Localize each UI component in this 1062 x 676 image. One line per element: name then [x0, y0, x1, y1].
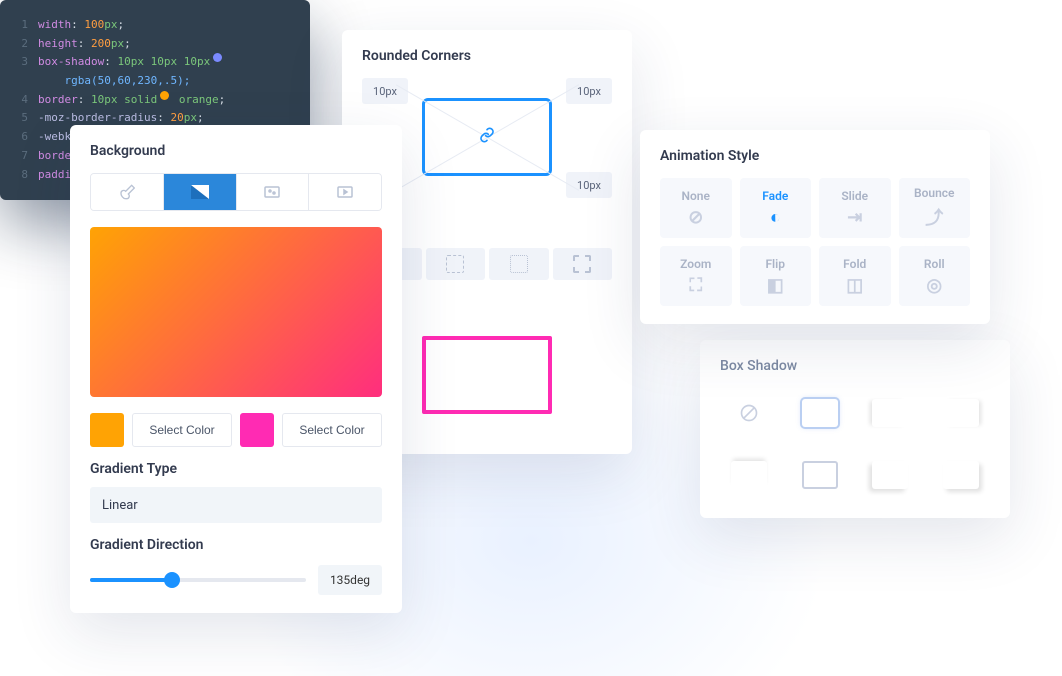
- shadow-preset-7[interactable]: [932, 450, 991, 500]
- gradient-direction-value[interactable]: 135deg: [318, 565, 382, 595]
- shadow-none[interactable]: [720, 388, 779, 438]
- border-style-dashed[interactable]: [426, 248, 486, 280]
- animation-title: Animation Style: [660, 148, 970, 164]
- box-shadow-panel: Box Shadow: [700, 340, 1010, 518]
- border-style-dotted[interactable]: [489, 248, 549, 280]
- anim-icon: ⊘: [688, 207, 703, 228]
- animation-none[interactable]: None ⊘: [660, 178, 732, 238]
- animation-slide[interactable]: Slide ⇥: [819, 178, 891, 238]
- animation-bounce[interactable]: Bounce ⤴: [899, 178, 971, 238]
- anim-icon: ◐: [770, 207, 781, 228]
- border-preview-box: [422, 336, 552, 414]
- anim-icon: ◎: [926, 275, 942, 296]
- gradient-direction-label: Gradient Direction: [90, 537, 382, 553]
- anim-label: None: [682, 189, 710, 203]
- background-type-tabs: [90, 173, 382, 211]
- animation-fade[interactable]: Fade ◐: [740, 178, 812, 238]
- shadow-preset-4[interactable]: [720, 450, 779, 500]
- anim-label: Roll: [924, 257, 945, 271]
- anim-icon: ⤴: [925, 204, 943, 230]
- animation-panel: Animation Style None ⊘ Fade ◐ Slide ⇥ Bounce ⤴ Z…: [640, 130, 990, 324]
- corner-br-input[interactable]: 10px: [566, 172, 612, 198]
- anim-label: Bounce: [914, 186, 955, 200]
- anim-label: Fade: [762, 189, 788, 203]
- gradient-color-2-swatch[interactable]: [240, 413, 274, 447]
- rounded-corners-title: Rounded Corners: [362, 48, 612, 64]
- anim-label: Flip: [765, 257, 785, 271]
- select-color-1-button[interactable]: Select Color: [132, 413, 232, 447]
- gradient-color-1-swatch[interactable]: [90, 413, 124, 447]
- animation-zoom[interactable]: Zoom ⛶: [660, 246, 732, 306]
- background-title: Background: [90, 143, 382, 159]
- shadow-preset-3[interactable]: [932, 388, 991, 438]
- background-panel: Background Select Color Select Color Gra…: [70, 125, 402, 613]
- bg-tab-gradient[interactable]: [164, 174, 237, 210]
- corner-tl-input[interactable]: 10px: [362, 78, 408, 104]
- shadow-preset-6[interactable]: [861, 450, 920, 500]
- shadow-preset-2[interactable]: [861, 388, 920, 438]
- anim-icon: ◧: [767, 275, 784, 296]
- gradient-type-select[interactable]: Linear: [90, 487, 382, 523]
- gradient-type-label: Gradient Type: [90, 461, 382, 477]
- animation-grid: None ⊘ Fade ◐ Slide ⇥ Bounce ⤴ Zoom ⛶ Flip ◧ Fold ◫ Ro…: [660, 178, 970, 306]
- anim-icon: ⛶: [689, 275, 702, 296]
- animation-flip[interactable]: Flip ◧: [740, 246, 812, 306]
- anim-icon: ◫: [846, 275, 863, 296]
- link-icon[interactable]: [479, 127, 495, 147]
- bg-tab-image[interactable]: [237, 174, 310, 210]
- anim-label: Fold: [843, 257, 866, 271]
- shadow-preset-5[interactable]: [791, 450, 850, 500]
- gradient-preview: [90, 227, 382, 397]
- animation-roll[interactable]: Roll ◎: [899, 246, 971, 306]
- corner-preview-box: [422, 98, 552, 176]
- corner-tr-input[interactable]: 10px: [566, 78, 612, 104]
- anim-label: Slide: [841, 189, 868, 203]
- bg-tab-video[interactable]: [309, 174, 381, 210]
- border-style-double[interactable]: [553, 248, 613, 280]
- gradient-direction-slider[interactable]: [90, 566, 306, 594]
- animation-fold[interactable]: Fold ◫: [819, 246, 891, 306]
- bg-tab-color[interactable]: [91, 174, 164, 210]
- anim-icon: ⇥: [847, 207, 862, 228]
- anim-label: Zoom: [680, 257, 711, 271]
- box-shadow-title: Box Shadow: [720, 358, 990, 374]
- select-color-2-button[interactable]: Select Color: [282, 413, 382, 447]
- shadow-preset-1[interactable]: [791, 388, 850, 438]
